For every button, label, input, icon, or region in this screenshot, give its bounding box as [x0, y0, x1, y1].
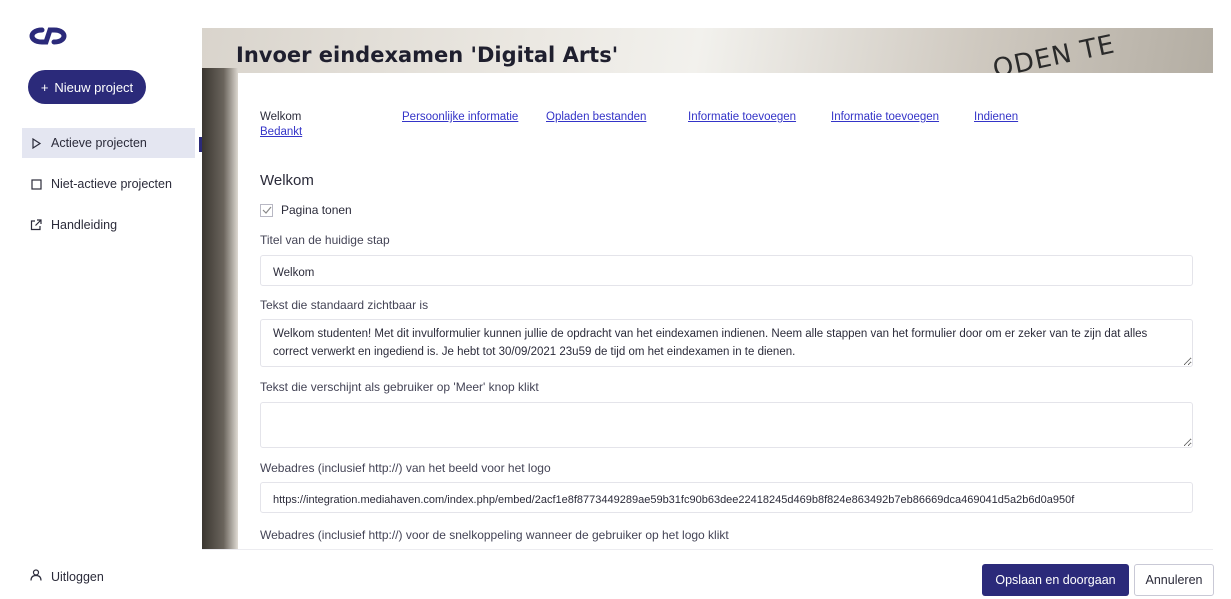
show-page-label: Pagina tonen [281, 203, 352, 217]
cancel-button[interactable]: Annuleren [1134, 564, 1214, 596]
external-link-icon [30, 219, 42, 231]
step-title-label: Titel van de huidige stap [260, 233, 390, 247]
step-upload-files[interactable]: Opladen bestanden [546, 111, 646, 123]
sidebar-item-label: Handleiding [51, 218, 118, 232]
step-add-info-2[interactable]: Informatie toevoegen [831, 111, 939, 123]
logo-url-input[interactable]: https://integration.mediahaven.com/index… [260, 482, 1193, 513]
play-outline-icon [30, 137, 42, 149]
photo-shadow [202, 68, 238, 568]
step-personal-info[interactable]: Persoonlijke informatie [402, 111, 518, 123]
section-title: Welkom [260, 172, 314, 189]
square-outline-icon [30, 178, 42, 190]
step-title-input[interactable]: Welkom [260, 255, 1193, 286]
sidebar-item-active-projects[interactable]: Actieve projecten [22, 128, 195, 158]
new-project-button[interactable]: + Nieuw project [28, 70, 146, 104]
sidebar-item-manual[interactable]: Handleiding [0, 210, 202, 240]
form-footer: Opslaan en doorgaan Annuleren [202, 549, 1214, 599]
more-text-textarea[interactable] [260, 402, 1193, 448]
step-submit[interactable]: Indienen [974, 111, 1018, 123]
plus-icon: + [40, 79, 49, 95]
logo-icon[interactable] [28, 26, 68, 46]
step-add-info-1[interactable]: Informatie toevoegen [688, 111, 796, 123]
form-panel: Welkom Persoonlijke informatie Opladen b… [238, 73, 1213, 553]
logo-link-label: Webadres (inclusief http://) voor de sne… [260, 528, 729, 542]
default-text-textarea[interactable]: Welkom studenten! Met dit invulformulier… [260, 319, 1193, 367]
sidebar-item-inactive-projects[interactable]: Niet-actieve projecten [0, 169, 202, 199]
user-icon [30, 569, 42, 584]
logout-label: Uitloggen [51, 569, 104, 584]
show-page-checkbox-row[interactable]: Pagina tonen [260, 203, 352, 217]
checkmark-icon [262, 206, 271, 214]
step-welcome[interactable]: Welkom [260, 111, 301, 123]
logout-button[interactable]: Uitloggen [30, 569, 104, 584]
sidebar-item-label: Niet-actieve projecten [51, 177, 172, 191]
step-thanks[interactable]: Bedankt [260, 126, 302, 138]
sidebar-nav: Actieve projecten Niet-actieve projecten… [0, 128, 202, 251]
show-page-checkbox[interactable] [260, 203, 273, 217]
save-and-continue-button[interactable]: Opslaan en doorgaan [982, 564, 1129, 596]
default-text-label: Tekst die standaard zichtbaar is [260, 298, 429, 312]
more-text-label: Tekst die verschijnt als gebruiker op 'M… [260, 380, 539, 394]
page-title: Invoer eindexamen 'Digital Arts' [236, 43, 619, 67]
sidebar-item-label: Actieve projecten [51, 136, 147, 150]
main-content: ODEN TE Invoer eindexamen 'Digital Arts'… [202, 28, 1213, 599]
sidebar: + Nieuw project Actieve projecten Niet-a… [0, 0, 202, 599]
new-project-label: Nieuw project [54, 79, 134, 95]
logo-url-label: Webadres (inclusief http://) van het bee… [260, 461, 551, 475]
